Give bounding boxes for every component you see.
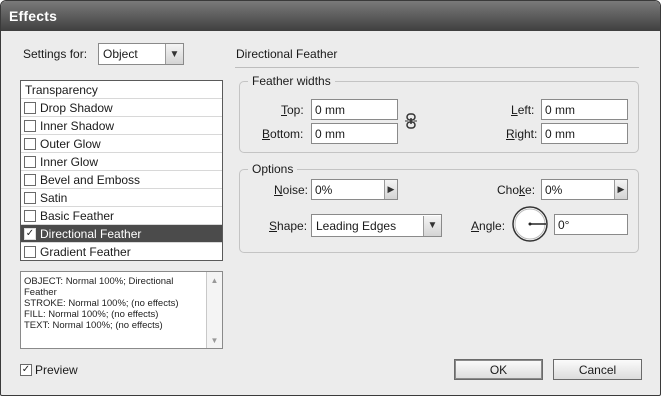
chevron-down-icon: ▼ [423, 215, 441, 236]
effects-list-item[interactable]: Outer Glow [21, 135, 222, 153]
summary-line: Feather [24, 287, 57, 298]
checkbox-icon[interactable] [24, 173, 36, 186]
chevron-down-icon: ▼ [165, 44, 183, 64]
effects-list-item[interactable]: Satin [21, 189, 222, 207]
effects-summary-text: OBJECT: Normal 100%; Directional Feather S… [24, 276, 204, 331]
angle-dial-icon[interactable] [511, 205, 549, 243]
left-value: 0 mm [545, 102, 575, 117]
checkbox-icon[interactable] [24, 155, 36, 168]
checkbox-icon[interactable] [24, 191, 36, 204]
bottom-value: 0 mm [315, 126, 345, 141]
options-title: Options [248, 162, 298, 176]
cancel-button[interactable]: Cancel [553, 359, 642, 380]
checkbox-checked-icon[interactable]: ✓ [24, 227, 36, 240]
right-value: 0 mm [545, 126, 575, 141]
settings-for-select[interactable]: Object ▼ [98, 43, 184, 65]
noise-value: 0% [315, 182, 333, 197]
cancel-label: Cancel [578, 362, 617, 377]
effects-list: Transparency Drop Shadow Inner Shadow Oute… [20, 80, 223, 261]
left-label: Left: [511, 103, 535, 117]
right-input[interactable]: 0 mm [541, 123, 628, 144]
shape-label: Shape: [269, 219, 308, 233]
effects-list-item-label: Inner Shadow [40, 118, 115, 133]
panel-title: Directional Feather [236, 47, 338, 61]
dialog-title: Effects [9, 8, 58, 24]
effects-list-item-label: Gradient Feather [40, 245, 131, 259]
effects-list-item[interactable]: Bevel and Emboss [21, 171, 222, 189]
effects-list-item-label: Inner Glow [40, 154, 99, 169]
bottom-input[interactable]: 0 mm [311, 123, 398, 144]
summary-scrollbar[interactable]: ▲ ▼ [206, 272, 222, 348]
checkbox-icon[interactable] [24, 101, 36, 114]
top-value: 0 mm [315, 102, 345, 117]
summary-line: TEXT: Normal 100%; (no effects) [24, 320, 163, 331]
scroll-down-icon[interactable]: ▼ [207, 333, 222, 347]
chain-link-icon[interactable] [403, 113, 419, 129]
settings-for-label: Settings for: [23, 47, 88, 61]
checkbox-icon[interactable] [24, 137, 36, 150]
effects-list-item-label: Drop Shadow [40, 100, 113, 115]
effects-list-header-transparency[interactable]: Transparency [21, 81, 222, 99]
noise-slider-arrow-icon[interactable]: ▶ [384, 180, 397, 199]
angle-value: 0° [558, 217, 570, 232]
checkbox-icon[interactable] [24, 246, 36, 258]
feather-widths-title: Feather widths [248, 74, 335, 88]
effects-summary-box: OBJECT: Normal 100%; Directional Feather S… [20, 271, 223, 349]
effects-list-item-label: Satin [40, 190, 68, 205]
scroll-up-icon[interactable]: ▲ [207, 273, 222, 287]
checkbox-icon[interactable] [24, 209, 36, 222]
ok-label: OK [489, 362, 508, 377]
transparency-label: Transparency [25, 82, 98, 97]
preview-checkbox[interactable]: ✓ Preview [20, 363, 78, 377]
effects-list-item[interactable]: Gradient Feather [21, 243, 222, 261]
noise-label: Noise: [274, 183, 309, 197]
noise-input[interactable]: 0% ▶ [311, 179, 398, 200]
choke-label: Choke: [497, 183, 536, 197]
effects-list-item-label: Outer Glow [40, 136, 101, 151]
top-input[interactable]: 0 mm [311, 99, 398, 120]
choke-value: 0% [545, 182, 563, 197]
left-input[interactable]: 0 mm [541, 99, 628, 120]
panel-title-divider [235, 67, 639, 68]
summary-line: FILL: Normal 100%; (no effects) [24, 309, 159, 320]
effects-list-item-label: Directional Feather [40, 226, 142, 241]
effects-list-item[interactable]: Inner Glow [21, 153, 222, 171]
preview-check-icon[interactable]: ✓ [20, 364, 32, 376]
choke-input[interactable]: 0% ▶ [541, 179, 628, 200]
effects-dialog: Effects Settings for: Object ▼ Transpare… [0, 0, 661, 396]
shape-select[interactable]: Leading Edges ▼ [311, 214, 442, 237]
shape-value: Leading Edges [316, 218, 397, 233]
angle-label: Angle: [471, 219, 506, 233]
angle-input[interactable]: 0° [554, 214, 628, 235]
settings-for-value: Object [103, 47, 138, 61]
preview-label: Preview [35, 363, 78, 377]
effects-list-item[interactable]: Inner Shadow [21, 117, 222, 135]
effects-list-item[interactable]: Basic Feather [21, 207, 222, 225]
effects-list-item[interactable]: ✓ Directional Feather [21, 225, 222, 243]
bottom-label: Bottom: [262, 127, 304, 141]
choke-slider-arrow-icon[interactable]: ▶ [614, 180, 627, 199]
summary-line: OBJECT: Normal 100%; Directional [24, 276, 174, 287]
effects-list-item-label: Bevel and Emboss [40, 172, 141, 187]
ok-button[interactable]: OK [454, 359, 543, 380]
title-bar[interactable]: Effects [1, 1, 660, 31]
top-label: Top: [281, 103, 304, 117]
summary-line: STROKE: Normal 100%; (no effects) [24, 298, 179, 309]
right-label: Right: [506, 127, 538, 141]
effects-list-item-label: Basic Feather [40, 208, 115, 223]
effects-list-item[interactable]: Drop Shadow [21, 99, 222, 117]
checkbox-icon[interactable] [24, 119, 36, 132]
